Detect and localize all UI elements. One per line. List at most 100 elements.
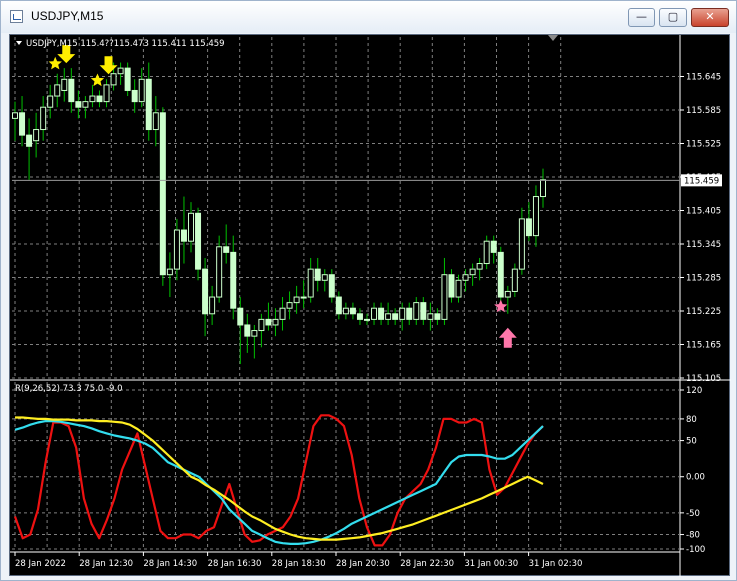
candle-body-bear <box>448 274 455 298</box>
candle-body-bull <box>504 290 511 298</box>
candle-body-bull <box>138 78 145 103</box>
candle-body-bear <box>131 89 138 103</box>
candle-body-bear <box>223 246 230 253</box>
candle-body-bull <box>518 218 525 270</box>
candle-body-bull <box>462 274 469 281</box>
candle-body-bear <box>75 101 82 108</box>
time-axis-label: 28 Jan 14:30 <box>143 559 197 569</box>
candle-body-bear <box>68 78 75 103</box>
candle-body-bull <box>40 106 47 131</box>
candle-body-bull <box>342 307 349 315</box>
candle-body-bull <box>279 307 286 320</box>
price-axis-label: 115.105 <box>686 374 721 384</box>
candle-body-bull <box>385 313 392 320</box>
candle-body-bear <box>525 218 532 237</box>
title-bar[interactable]: USDJPY,M15 — ▢ ✕ <box>1 1 736 33</box>
candle-body-bear <box>392 313 399 320</box>
close-button[interactable]: ✕ <box>691 8 729 27</box>
candle-body-bull <box>300 296 307 299</box>
candle-body-bear <box>19 112 26 136</box>
candle-body-bull <box>371 307 378 320</box>
candle-body-bull <box>82 101 89 108</box>
time-axis-label: 28 Jan 12:30 <box>79 559 133 569</box>
candle-body-bear <box>265 318 272 326</box>
candle-body-bull <box>47 95 54 108</box>
chart-shift-icon <box>548 35 558 41</box>
candle-body-bear <box>26 134 33 147</box>
indicator-axis-label: 0.00 <box>686 473 705 483</box>
time-axis-label: 31 Jan 02:30 <box>529 559 583 569</box>
price-axis-label: 115.525 <box>686 140 721 150</box>
time-axis-label: 28 Jan 2022 <box>15 559 66 569</box>
candle-body-bull <box>469 268 476 276</box>
candle-body-bull <box>54 84 61 97</box>
candle-body-bull <box>307 268 314 298</box>
candle-body-bull <box>110 73 117 86</box>
candle-body-bear <box>237 307 244 326</box>
candle-body-bull <box>251 330 258 337</box>
candle-body-bull <box>61 78 68 91</box>
chart-window: USDJPY,M15 — ▢ ✕ 115.645 115.585 115.525 11… <box>0 0 737 581</box>
candle-body-bear <box>406 307 413 320</box>
minimize-button[interactable]: — <box>628 8 655 27</box>
candle-body-bull <box>511 268 518 292</box>
candle-body-bear <box>145 78 152 131</box>
indicator-axis-label: -80 <box>686 531 700 541</box>
price-axis-label: 115.645 <box>686 73 721 83</box>
price-chart-svg[interactable]: 115.645115.585115.525115.465115.405115.3… <box>10 35 731 577</box>
candle-body-bear <box>230 251 237 309</box>
candle-body-bull <box>103 84 110 103</box>
candle-body-bull <box>152 112 159 131</box>
candle-body-bear <box>202 268 209 315</box>
candle-body-bear <box>96 95 103 103</box>
price-axis-label: 115.165 <box>686 341 721 351</box>
time-axis-label: 28 Jan 20:30 <box>336 559 390 569</box>
candle-body-bull <box>321 274 328 281</box>
candle-body-bear <box>195 212 202 270</box>
time-axis-label: 28 Jan 16:30 <box>208 559 262 569</box>
candle-body-bull <box>483 240 490 265</box>
price-axis-label: 115.585 <box>686 106 721 116</box>
indicator-line-red <box>13 414 544 547</box>
buy-arrow-icon <box>498 327 517 348</box>
candle-body-bull <box>209 296 216 315</box>
window-title: USDJPY,M15 <box>31 9 104 23</box>
indicator-line-cyan <box>14 420 544 545</box>
candle-body-bull <box>12 112 18 119</box>
candle-body-bull <box>89 95 96 103</box>
candle-body-bull <box>427 313 434 320</box>
candle-body-bear <box>434 313 441 320</box>
candle-body-bear <box>490 240 497 253</box>
time-axis-label: 31 Jan 00:30 <box>464 559 518 569</box>
candle-body-bear <box>328 274 335 298</box>
indicator-axis-label: -100 <box>686 545 705 555</box>
candle-body-bull <box>364 318 370 321</box>
candle-body-bull <box>117 67 124 75</box>
candle-body-bear <box>180 229 187 242</box>
indicator-axis-label: 80 <box>686 415 697 425</box>
indicator-line-yellow <box>15 416 544 541</box>
candle-body-bull <box>413 302 420 320</box>
current-price-label: 115.459 <box>684 176 719 186</box>
maximize-button[interactable]: ▢ <box>659 8 687 27</box>
symbol-menu-icon <box>16 41 22 45</box>
candle-body-bull <box>455 279 462 298</box>
candle-body-bull <box>286 302 293 309</box>
candle-body-bear <box>420 302 427 320</box>
candle-body-bear <box>244 324 251 337</box>
candle-body-bull <box>272 318 279 326</box>
candle-body-bear <box>314 268 321 281</box>
candle-body-bear <box>497 251 504 298</box>
chart-app-icon <box>10 10 23 23</box>
indicator-axis-label: 50 <box>686 437 697 447</box>
chart-area[interactable]: 115.645115.585115.525115.465115.405115.3… <box>9 34 731 577</box>
candle-body-bull <box>166 268 173 276</box>
candle-body-bull <box>532 196 539 237</box>
candle-body-bear <box>378 307 385 320</box>
candle-body-bear <box>159 112 166 276</box>
candle-body-bull <box>540 179 546 198</box>
time-axis-label: 28 Jan 22:30 <box>400 559 454 569</box>
candle-body-bull <box>33 129 40 142</box>
candle-body-bear <box>335 296 342 315</box>
candle-body-bull <box>216 246 223 298</box>
